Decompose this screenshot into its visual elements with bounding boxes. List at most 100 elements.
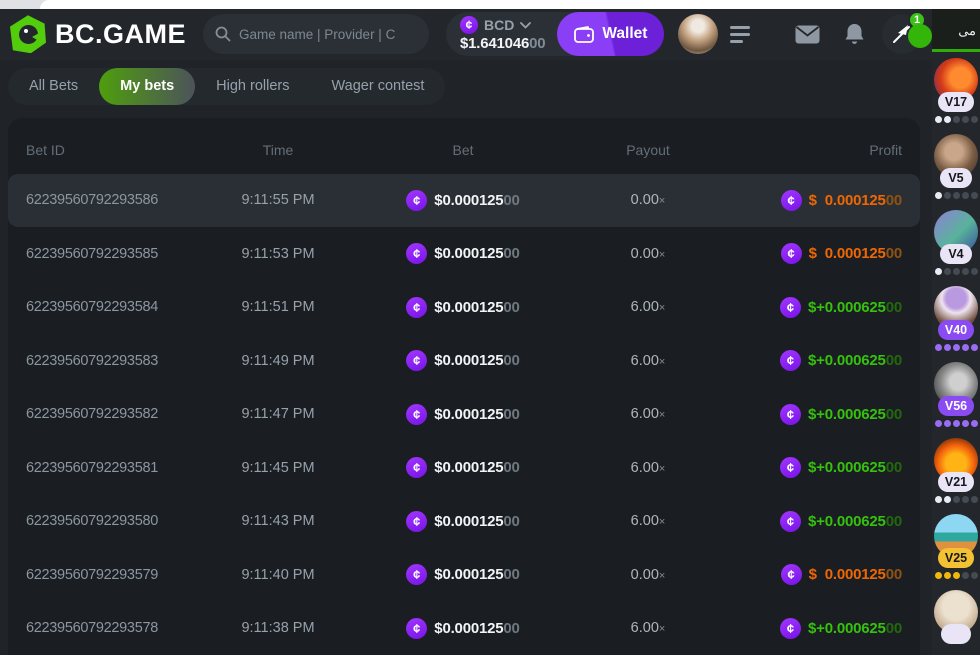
table-row[interactable]: 62239560792293586 9:11:55 PM ¢$0.0001250… [8, 174, 920, 228]
progress-dot [971, 116, 978, 123]
vip-player[interactable]: V21 [934, 438, 978, 503]
progress-dot [935, 116, 942, 123]
bet-amount: $0.00012500 [434, 245, 519, 262]
vip-progress-dots [935, 192, 978, 199]
vip-level-badge: V25 [938, 548, 974, 568]
search-icon [215, 26, 231, 42]
vip-player[interactable]: V25 [934, 514, 978, 579]
vip-player[interactable] [934, 590, 978, 644]
bc-game-logo[interactable]: BC.GAME [10, 15, 186, 53]
vip-level-badge: V5 [940, 168, 972, 188]
bet-amount: $0.00012500 [434, 299, 519, 316]
bet-amount: $0.00012500 [434, 513, 519, 530]
bcd-coin-icon: ¢ [781, 190, 802, 211]
bc-game-page: BC.GAME ¢ BCD [0, 0, 980, 655]
progress-dot [935, 268, 942, 275]
bets-tab-bar: All Bets My bets High rollers Wager cont… [8, 68, 445, 105]
vip-player[interactable]: V40 [934, 286, 978, 351]
table-row[interactable]: 62239560792293585 9:11:53 PM ¢$0.0001250… [8, 227, 920, 281]
rail-header[interactable]: مى [932, 9, 980, 52]
progress-dot [953, 496, 960, 503]
vip-progress-dots [935, 572, 978, 579]
vip-player[interactable]: V5 [934, 134, 978, 199]
col-header-time: Time [188, 142, 368, 158]
progress-dot [962, 420, 969, 427]
bet-id: 62239560792293580 [8, 513, 188, 529]
col-header-profit: Profit [738, 142, 920, 158]
table-row[interactable]: 62239560792293580 9:11:43 PM ¢ $0.0001250… [8, 495, 920, 549]
progress-dot [944, 268, 951, 275]
bcd-coin-icon: ¢ [406, 243, 427, 264]
vip-progress-dots [935, 116, 978, 123]
profit-amount: $+0.00062500 [808, 459, 902, 476]
vip-player[interactable]: V56 [934, 362, 978, 427]
table-row[interactable]: 62239560792293578 9:11:38 PM ¢$0.0001250… [8, 602, 920, 655]
profit-amount: $0.00012500 [809, 192, 902, 209]
progress-dot [944, 116, 951, 123]
progress-dot [962, 268, 969, 275]
bet-id: 62239560792293586 [8, 192, 188, 208]
payout-multiplier: 6.00× [558, 299, 738, 315]
payout-multiplier: 6.00× [558, 620, 738, 636]
bet-time: 9:11:40 PM [188, 567, 368, 583]
notifications-button[interactable] [844, 23, 865, 46]
progress-dot [953, 116, 960, 123]
col-header-bet: Bet [368, 142, 558, 158]
tab-my-bets[interactable]: My bets [99, 68, 195, 105]
bcd-coin-icon: ¢ [460, 16, 478, 34]
vip-level-badge [941, 624, 971, 644]
bet-id: 62239560792293585 [8, 246, 188, 262]
progress-dot [962, 572, 969, 579]
search-input[interactable] [239, 27, 409, 42]
bet-id: 62239560792293578 [8, 620, 188, 636]
table-row[interactable]: 62239560792293583 9:11:49 PM ¢$0.0001250… [8, 334, 920, 388]
progress-dot [944, 572, 951, 579]
vip-player-list: V17 V5 V4 V40 [932, 52, 980, 655]
user-avatar[interactable] [678, 14, 718, 54]
table-row[interactable]: 62239560792293579 9:11:40 PM ¢ $0.0001250… [8, 548, 920, 602]
vip-players-rail: مى V17 V5 V4 [932, 9, 980, 655]
table-row[interactable]: 62239560792293582 9:11:47 PM ¢$0.0001250… [8, 388, 920, 442]
progress-dot [935, 192, 942, 199]
progress-dot [971, 192, 978, 199]
vip-level-badge: V4 [940, 244, 972, 264]
vip-progress-dots [935, 496, 978, 503]
vip-player[interactable]: V4 [934, 210, 978, 275]
tab-high-rollers[interactable]: High rollers [195, 68, 310, 105]
bcd-coin-icon: ¢ [781, 564, 802, 585]
chat-button[interactable]: 1 [882, 14, 922, 54]
bet-time: 9:11:49 PM [188, 353, 368, 369]
vip-player[interactable]: V17 [934, 58, 978, 123]
bet-time: 9:11:43 PM [188, 513, 368, 529]
currency-selector[interactable]: ¢ BCD $1.64104600 [446, 16, 557, 52]
tab-all-bets[interactable]: All Bets [8, 68, 99, 105]
payout-multiplier: 6.00× [558, 353, 738, 369]
tab-wager-contest[interactable]: Wager contest [311, 68, 446, 105]
user-menu-icon[interactable] [730, 26, 750, 43]
wallet-button[interactable]: Wallet [557, 12, 664, 56]
browser-active-tab[interactable] [40, 0, 980, 9]
vip-progress-dots [935, 420, 978, 427]
bcd-coin-icon: ¢ [780, 618, 801, 639]
bcd-coin-icon: ¢ [780, 511, 801, 532]
profit-amount: $+0.00062500 [808, 299, 902, 316]
bcd-coin-icon: ¢ [406, 190, 427, 211]
bet-id: 62239560792293579 [8, 567, 188, 583]
bcd-coin-icon: ¢ [406, 457, 427, 478]
bc-game-logo-icon [10, 15, 46, 53]
profit-amount: $0.00012500 [809, 566, 902, 583]
bcd-coin-icon: ¢ [780, 350, 801, 371]
game-search[interactable] [203, 14, 429, 54]
vip-level-badge: V40 [938, 320, 974, 340]
bet-amount: $0.00012500 [434, 406, 519, 423]
progress-dot [935, 420, 942, 427]
table-row[interactable]: 62239560792293581 9:11:45 PM ¢$0.0001250… [8, 441, 920, 495]
payout-multiplier: 6.00× [558, 513, 738, 529]
logo-text: BC.GAME [55, 19, 186, 50]
messages-button[interactable] [795, 25, 820, 44]
wallet-icon [574, 26, 594, 43]
progress-dot [971, 344, 978, 351]
table-row[interactable]: 62239560792293584 9:11:51 PM ¢$0.0001250… [8, 281, 920, 335]
bcd-coin-icon: ¢ [406, 350, 427, 371]
progress-dot [953, 420, 960, 427]
